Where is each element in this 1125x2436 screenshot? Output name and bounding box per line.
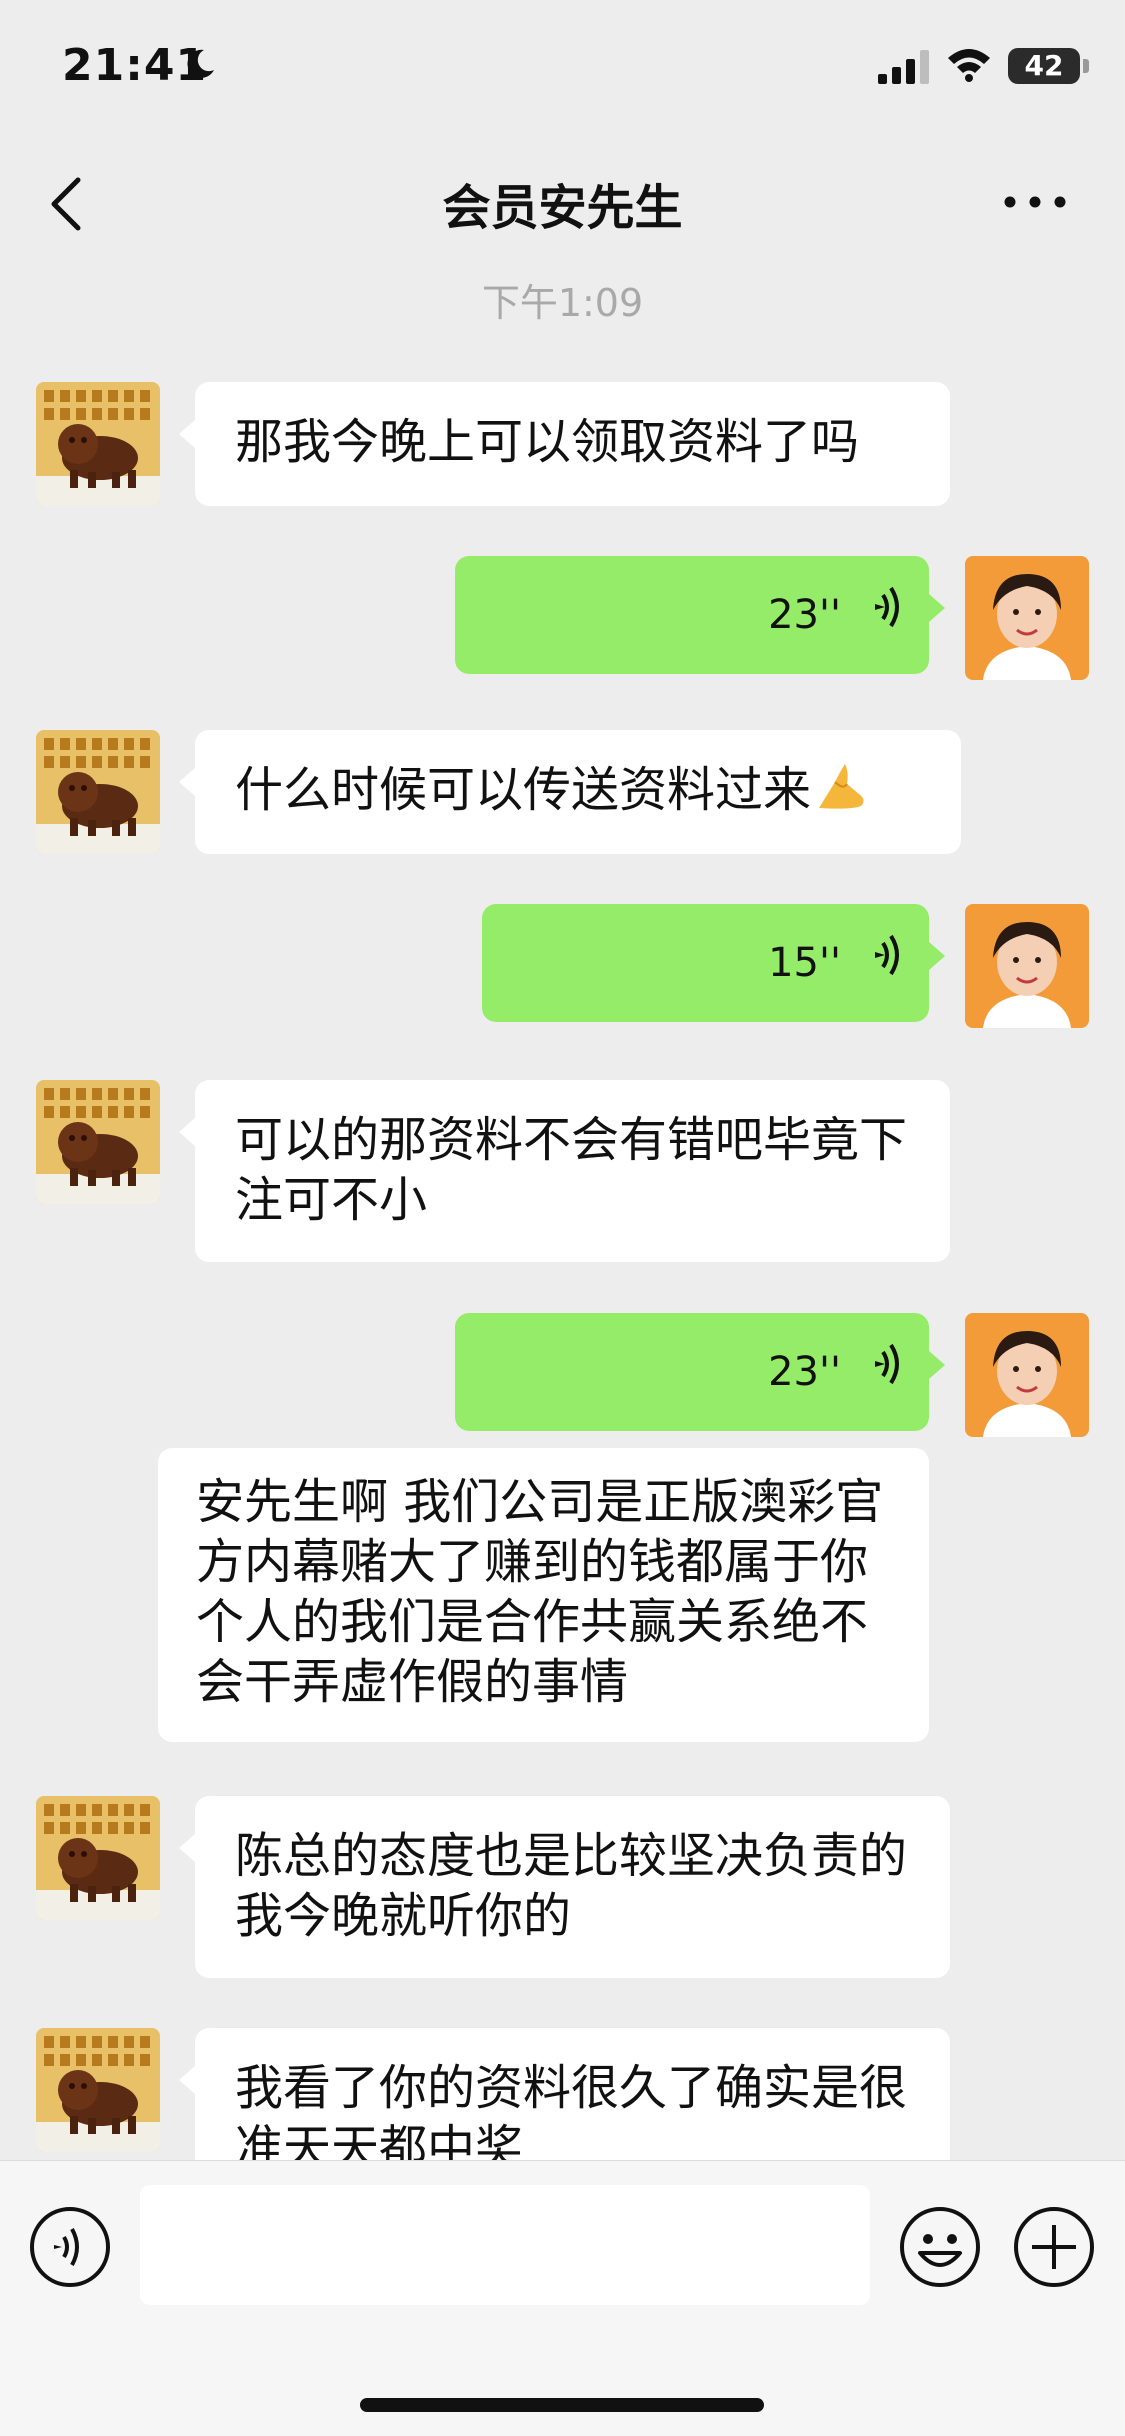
voice-duration: 23'' [768, 592, 841, 638]
message-bubble-incoming[interactable]: 那我今晚上可以领取资料了吗 [179, 382, 950, 506]
message-text: 我看了你的资料很久了确实是很准天天都中奖 [235, 2060, 908, 2176]
contact-avatar[interactable] [36, 382, 160, 506]
battery-cap [1083, 59, 1089, 73]
voice-message-outgoing[interactable]: 23'' [455, 556, 945, 674]
self-avatar[interactable] [965, 556, 1089, 680]
add-icon[interactable] [1012, 2205, 1096, 2293]
contact-avatar[interactable] [36, 1080, 160, 1204]
voice-message-outgoing[interactable]: 23'' [455, 1313, 945, 1431]
voice-wave-icon [869, 1342, 905, 1403]
voice-duration: 23'' [768, 1349, 841, 1395]
contact-avatar[interactable] [36, 1796, 160, 1920]
folded-hands-emoji [815, 760, 871, 826]
voice-message-outgoing[interactable]: 15'' [482, 904, 945, 1022]
message-text: 陈总的态度也是比较坚决负责的我今晚就听你的 [235, 1828, 908, 1944]
message-text: 什么时候可以传送资料过来 [235, 762, 812, 818]
status-bar: 21:41 42 [0, 0, 1125, 140]
message-bubble-incoming[interactable]: 安先生啊 我们公司是正版澳彩官方内幕赌大了赚到的钱都属于你个人的我们是合作共赢关… [158, 1448, 929, 1742]
input-bar [0, 2160, 1125, 2436]
signal-icon [878, 50, 934, 88]
voice-wave-icon [869, 933, 905, 994]
message-bubble-incoming[interactable]: 可以的那资料不会有错吧毕竟下注可不小 [179, 1080, 950, 1262]
battery-icon: 42 [1008, 48, 1080, 84]
wifi-icon [946, 46, 992, 86]
message-text: 那我今晚上可以领取资料了吗 [235, 414, 860, 470]
nav-bar: 会员安先生 [0, 140, 1125, 265]
message-text: 可以的那资料不会有错吧毕竟下注可不小 [235, 1112, 908, 1228]
emoji-icon[interactable] [898, 2205, 982, 2293]
self-avatar[interactable] [965, 904, 1089, 1028]
voice-duration: 15'' [768, 940, 841, 986]
message-bubble-incoming[interactable]: 什么时候可以传送资料过来 [179, 730, 961, 854]
message-text: 安先生啊 我们公司是正版澳彩官方内幕赌大了赚到的钱都属于你个人的我们是合作共赢关… [196, 1474, 884, 1710]
voice-input-icon[interactable] [28, 2205, 112, 2293]
moon-icon [182, 46, 218, 86]
contact-avatar[interactable] [36, 730, 160, 854]
time-divider: 下午1:09 [481, 281, 644, 325]
chat-title: 会员安先生 [442, 180, 683, 236]
home-indicator [360, 2398, 764, 2412]
more-icon[interactable] [1000, 180, 1070, 224]
self-avatar[interactable] [965, 1313, 1089, 1437]
voice-wave-icon [869, 585, 905, 646]
message-bubble-incoming[interactable]: 陈总的态度也是比较坚决负责的我今晚就听你的 [179, 1796, 950, 1978]
message-input[interactable] [140, 2185, 870, 2305]
contact-avatar[interactable] [36, 2028, 160, 2152]
